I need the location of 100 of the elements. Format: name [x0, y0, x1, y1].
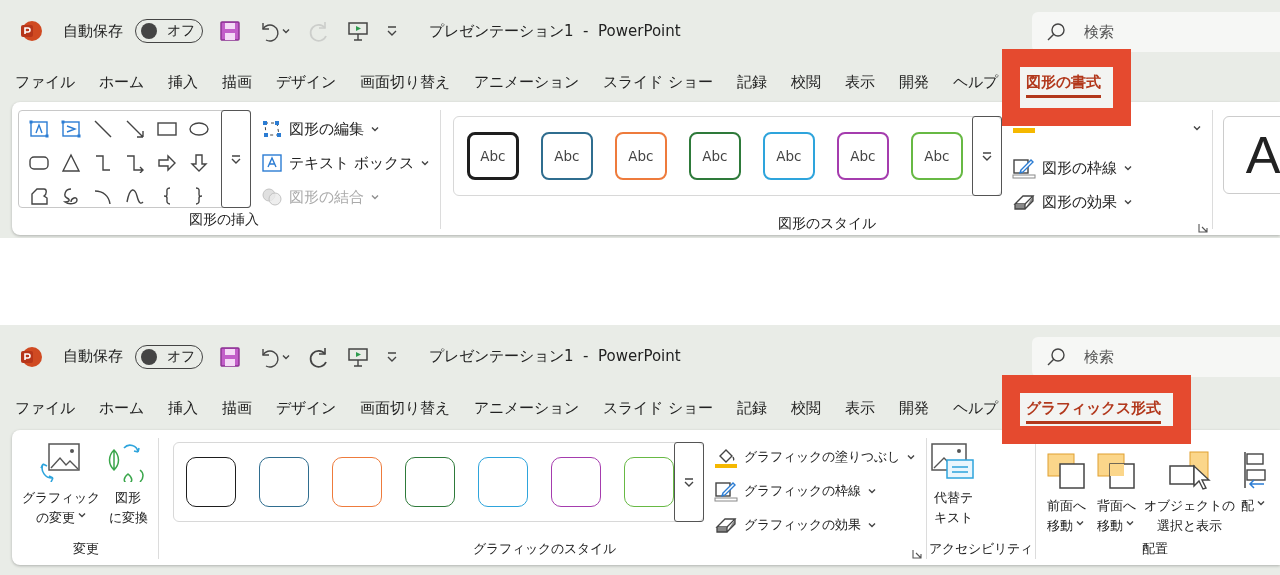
ribbon-tab[interactable]: 校閲	[790, 66, 821, 98]
ribbon-tab[interactable]: 開発	[898, 66, 929, 98]
ribbon-tab[interactable]: 校閲	[790, 392, 821, 424]
ribbon-tab[interactable]: スライド ショー	[603, 392, 713, 424]
style-swatch[interactable]	[405, 457, 455, 507]
block-arrow-down-icon[interactable]	[189, 152, 209, 173]
triangle-icon[interactable]	[61, 152, 81, 173]
style-swatch[interactable]	[186, 457, 236, 507]
ribbon-tab[interactable]: 描画	[222, 392, 252, 424]
dialog-launcher-button[interactable]	[1197, 223, 1208, 233]
style-swatch[interactable]: Abc	[910, 132, 963, 180]
quick-access-button[interactable]	[385, 349, 399, 364]
dialog-launcher-icon	[1197, 223, 1208, 233]
ribbon-tab[interactable]: ヘルプ	[952, 392, 998, 424]
arrow-line-icon[interactable]	[125, 119, 145, 139]
chevron-down-icon	[1075, 518, 1085, 528]
style-swatch[interactable]	[551, 457, 601, 507]
rectangle-icon[interactable]	[157, 119, 177, 139]
quick-access-button[interactable]	[385, 24, 399, 38]
ribbon-tab[interactable]: デザイン	[276, 392, 336, 424]
ribbon-button[interactable]: 前面へ 移動	[1044, 446, 1088, 536]
command-button[interactable]: 図形の編集	[261, 116, 430, 142]
ribbon-button[interactable]: 図形 に変換	[106, 438, 150, 528]
block-arrow-right-icon[interactable]	[157, 152, 177, 173]
ribbon-tab[interactable]: 描画	[222, 66, 252, 98]
style-swatch[interactable]: Abc	[466, 132, 519, 180]
ribbon-tab[interactable]: ファイル	[15, 66, 75, 98]
style-swatch[interactable]	[624, 457, 674, 507]
chevron-down-icon	[281, 26, 291, 36]
style-swatch[interactable]: Abc	[540, 132, 593, 180]
ribbon-tab[interactable]: アニメーション	[474, 66, 579, 98]
ribbon-button[interactable]: オブジェクトの 選択と表示	[1144, 446, 1235, 536]
ribbon-tab[interactable]: アニメーション	[474, 392, 579, 424]
scribble-icon[interactable]	[61, 186, 81, 207]
ribbon-tab[interactable]: グラフィックス形式	[1025, 392, 1161, 424]
chevron-down-icon	[370, 124, 380, 134]
chevron-down-icon	[1125, 518, 1135, 528]
style-swatch[interactable]: Abc	[688, 132, 741, 180]
pencil-icon	[714, 480, 738, 502]
ribbon-tab[interactable]: 画面切り替え	[360, 66, 450, 98]
quick-access-button[interactable]	[219, 20, 241, 42]
align-icon	[1241, 450, 1266, 490]
ribbon-tab[interactable]: 開発	[898, 392, 929, 424]
ribbon-button[interactable]: 代替テ キスト	[929, 438, 977, 528]
ribbon-tab[interactable]: ヘルプ	[952, 66, 998, 98]
quick-access-button[interactable]	[347, 345, 369, 368]
send-backward-icon	[1094, 450, 1138, 490]
command-button[interactable]: グラフィックの効果	[714, 512, 916, 538]
gallery-more-button[interactable]	[674, 442, 704, 522]
style-swatch[interactable]: Abc	[836, 132, 889, 180]
line-icon[interactable]	[93, 119, 113, 139]
bring-forward-icon	[1044, 450, 1088, 490]
ribbon-tab[interactable]: 表示	[844, 392, 875, 424]
ribbon-tab[interactable]: 挿入	[168, 66, 198, 98]
curve-icon[interactable]	[125, 186, 145, 207]
ribbon-tab[interactable]: 図形の書式	[1025, 66, 1101, 98]
window-title: プレゼンテーション1 - PowerPoint	[429, 21, 681, 41]
search-field[interactable]: 検索	[1032, 337, 1280, 377]
oval-icon[interactable]	[189, 119, 209, 139]
command-button[interactable]: 図形の効果	[1011, 189, 1202, 215]
search-field[interactable]: 検索	[1032, 12, 1280, 52]
vertical-text-box-icon[interactable]	[61, 119, 81, 139]
ribbon-button[interactable]: 配	[1241, 446, 1266, 536]
ribbon-tab[interactable]: ホーム	[99, 66, 144, 98]
ribbon-tab[interactable]: スライド ショー	[603, 66, 713, 98]
freeform-icon[interactable]	[29, 186, 49, 207]
ribbon-tab[interactable]: 挿入	[168, 392, 198, 424]
style-swatch[interactable]	[478, 457, 528, 507]
style-swatch[interactable]: Abc	[762, 132, 815, 180]
more-icon	[230, 153, 242, 165]
style-swatch[interactable]: Abc	[614, 132, 667, 180]
command-button[interactable]: グラフィックの枠線	[714, 478, 916, 504]
command-button[interactable]: テキスト ボックス	[261, 150, 430, 176]
ribbon-button[interactable]: 背面へ 移動	[1094, 446, 1138, 536]
ribbon-tab[interactable]: 記録	[736, 66, 767, 98]
quick-access-button[interactable]	[219, 345, 241, 368]
command-button[interactable]: グラフィックの塗りつぶし	[714, 444, 916, 470]
wordart-gallery[interactable]: A	[1222, 116, 1280, 194]
ribbon-tab[interactable]: ホーム	[99, 392, 144, 424]
elbow-arrow-icon[interactable]	[125, 152, 145, 173]
style-swatch[interactable]	[259, 457, 309, 507]
quick-access-button[interactable]	[347, 20, 369, 42]
gallery-more-button[interactable]	[971, 116, 1002, 196]
text-box-icon[interactable]	[29, 119, 49, 139]
customize-icon	[385, 24, 399, 38]
style-swatch[interactable]	[332, 457, 382, 507]
ribbon-tab[interactable]: デザイン	[276, 66, 336, 98]
command-button[interactable]	[1011, 125, 1202, 133]
elbow-connector-icon[interactable]	[93, 152, 113, 173]
ribbon-tab[interactable]: 表示	[844, 66, 875, 98]
ribbon-button[interactable]: グラフィック の変更	[22, 438, 100, 528]
group-label: アクセシビリティ	[929, 540, 1033, 558]
ribbon-tab[interactable]: 画面切り替え	[360, 392, 450, 424]
gallery-more-button[interactable]	[221, 110, 251, 208]
chevron-down-icon	[1191, 123, 1202, 133]
dialog-launcher-button[interactable]	[912, 549, 922, 559]
ribbon-tab[interactable]: ファイル	[15, 392, 75, 424]
ribbon-tab[interactable]: 記録	[736, 392, 767, 424]
more-icon	[980, 150, 993, 162]
command-button[interactable]: 図形の枠線	[1011, 155, 1202, 181]
